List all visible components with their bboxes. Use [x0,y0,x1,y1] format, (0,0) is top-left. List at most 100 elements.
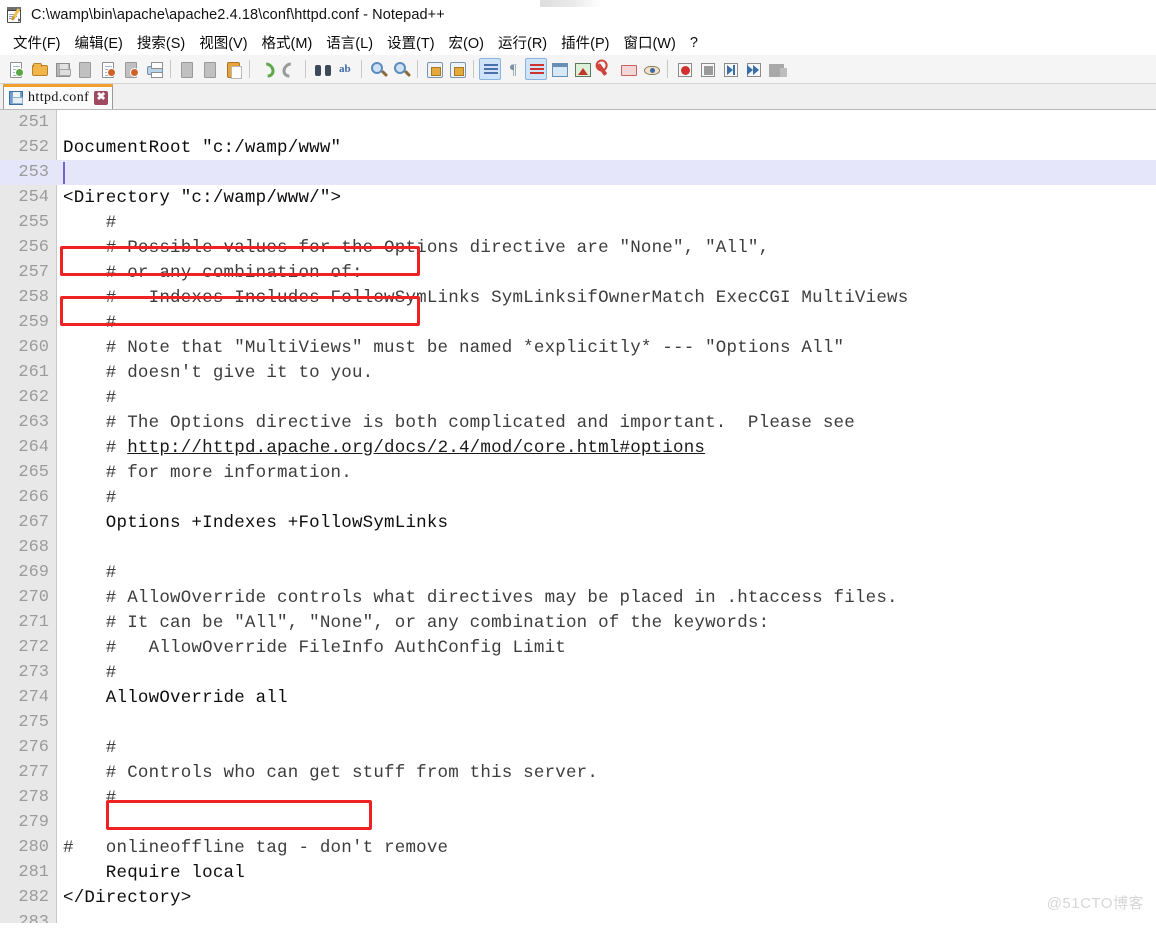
paste-icon[interactable] [222,58,244,80]
indent-guide-icon[interactable] [525,58,547,80]
toolbar-separator [473,60,474,78]
menu-edit[interactable]: 编辑(E) [68,30,130,55]
code-lines: 251 252 DocumentRoot "c:/wamp/www" 253 254 <D… [0,110,1156,923]
menu-file[interactable]: 文件(F) [6,30,68,55]
code-line-276[interactable]: 276 # [0,735,1156,760]
code-line-273[interactable]: 273 # [0,660,1156,685]
line-number: 268 [18,538,49,557]
code-line-254[interactable]: 254 <Directory "c:/wamp/www/"> [0,185,1156,210]
toolbar-separator [170,60,171,78]
code-line-258[interactable]: 258 # Indexes Includes FollowSymLinks Sy… [0,285,1156,310]
code-line-268[interactable]: 268 [0,535,1156,560]
folder-as-workspace-icon[interactable] [617,58,639,80]
close-icon[interactable]: ✖ [94,91,109,105]
run-icon[interactable] [765,58,787,80]
replace-icon[interactable]: ab [334,58,356,80]
code-line-282[interactable]: 282 </Directory> [0,885,1156,910]
save-icon[interactable] [51,58,73,80]
code-line-269[interactable]: 269 # [0,560,1156,585]
code-line-265[interactable]: 265 # for more information. [0,460,1156,485]
menu-language[interactable]: 语言(L) [319,30,380,55]
code-text: <Directory "c:/wamp/www/"> [63,187,342,208]
code-line-266[interactable]: 266 # [0,485,1156,510]
copy-icon[interactable] [199,58,221,80]
save-all-icon[interactable] [74,58,96,80]
code-line-277[interactable]: 277 # Controls who can get stuff from th… [0,760,1156,785]
line-number: 264 [18,438,49,457]
code-text: # AllowOverride controls what directives… [63,587,898,608]
toolbar-separator [361,60,362,78]
line-number: 275 [18,713,49,732]
show-all-characters-icon[interactable]: ¶ [502,58,524,80]
menu-plugins[interactable]: 插件(P) [554,30,616,55]
documentation-link[interactable]: http://httpd.apache.org/docs/2.4/mod/cor… [127,438,705,458]
menu-macro[interactable]: 宏(O) [442,30,491,55]
menu-help[interactable]: ? [683,33,705,53]
code-line-251[interactable]: 251 [0,110,1156,135]
zoom-out-icon[interactable] [390,58,412,80]
show-document-map-icon[interactable] [571,58,593,80]
code-line-264[interactable]: 264 # http://httpd.apache.org/docs/2.4/m… [0,435,1156,460]
toolbar-separator [305,60,306,78]
record-macro-icon[interactable] [673,58,695,80]
code-text: # [63,212,117,233]
line-number: 252 [18,138,49,157]
undo-icon[interactable] [255,58,278,81]
code-text: # [63,787,117,808]
code-line-279[interactable]: 279 [0,810,1156,835]
code-line-252[interactable]: 252 DocumentRoot "c:/wamp/www" [0,135,1156,160]
redo-icon[interactable] [278,58,301,81]
code-line-280[interactable]: 280 # onlineoffline tag - don't remove [0,835,1156,860]
user-defined-dialog-icon[interactable] [548,58,570,80]
code-line-257[interactable]: 257 # or any combination of: [0,260,1156,285]
sync-horizontal-scroll-icon[interactable] [446,58,468,80]
print-icon[interactable] [143,58,165,80]
toolbar: ab ¶ [0,55,1156,84]
code-line-260[interactable]: 260 # Note that "MultiViews" must be nam… [0,335,1156,360]
code-line-271[interactable]: 271 # It can be "All", "None", or any co… [0,610,1156,635]
code-line-272[interactable]: 272 # AllowOverride FileInfo AuthConfig … [0,635,1156,660]
code-line-255[interactable]: 255 # [0,210,1156,235]
menu-search[interactable]: 搜索(S) [130,30,192,55]
cut-icon[interactable] [176,58,198,80]
code-line-253[interactable]: 253 [0,160,1156,185]
line-number: 269 [18,563,49,582]
line-number: 266 [18,488,49,507]
run-macro-multiple-icon[interactable] [742,58,764,80]
code-line-283[interactable]: 283 [0,910,1156,923]
code-editor[interactable]: 251 252 DocumentRoot "c:/wamp/www" 253 254 <D… [0,110,1156,923]
sync-vertical-scroll-icon[interactable] [423,58,445,80]
find-icon[interactable] [311,58,333,80]
code-line-256[interactable]: 256 # Possible values for the Options di… [0,235,1156,260]
close-all-icon[interactable] [120,58,142,80]
tab-httpd-conf[interactable]: httpd.conf ✖ [3,84,114,109]
document-preview-icon[interactable] [640,58,662,80]
code-line-259[interactable]: 259 # [0,310,1156,335]
menu-run[interactable]: 运行(R) [491,30,554,55]
code-line-263[interactable]: 263 # The Options directive is both comp… [0,410,1156,435]
function-list-icon[interactable] [594,58,616,80]
play-macro-icon[interactable] [719,58,741,80]
code-text: # doesn't give it to you. [63,362,374,383]
line-number: 279 [18,813,49,832]
menu-format[interactable]: 格式(M) [255,30,320,55]
code-line-262[interactable]: 262 # [0,385,1156,410]
code-line-267[interactable]: 267 Options +Indexes +FollowSymLinks [0,510,1156,535]
code-line-261[interactable]: 261 # doesn't give it to you. [0,360,1156,385]
close-file-icon[interactable] [97,58,119,80]
new-file-icon[interactable] [5,58,27,80]
text-caret [63,162,65,184]
line-number: 270 [18,588,49,607]
menu-window[interactable]: 窗口(W) [616,30,682,55]
stop-recording-icon[interactable] [696,58,718,80]
code-line-274[interactable]: 274 AllowOverride all [0,685,1156,710]
menu-view[interactable]: 视图(V) [192,30,254,55]
code-line-270[interactable]: 270 # AllowOverride controls what direct… [0,585,1156,610]
menu-settings[interactable]: 设置(T) [380,30,442,55]
code-line-278[interactable]: 278 # [0,785,1156,810]
code-line-281[interactable]: 281 Require local [0,860,1156,885]
zoom-in-icon[interactable] [367,58,389,80]
word-wrap-icon[interactable] [479,58,501,80]
open-file-icon[interactable] [28,58,50,80]
code-line-275[interactable]: 275 [0,710,1156,735]
